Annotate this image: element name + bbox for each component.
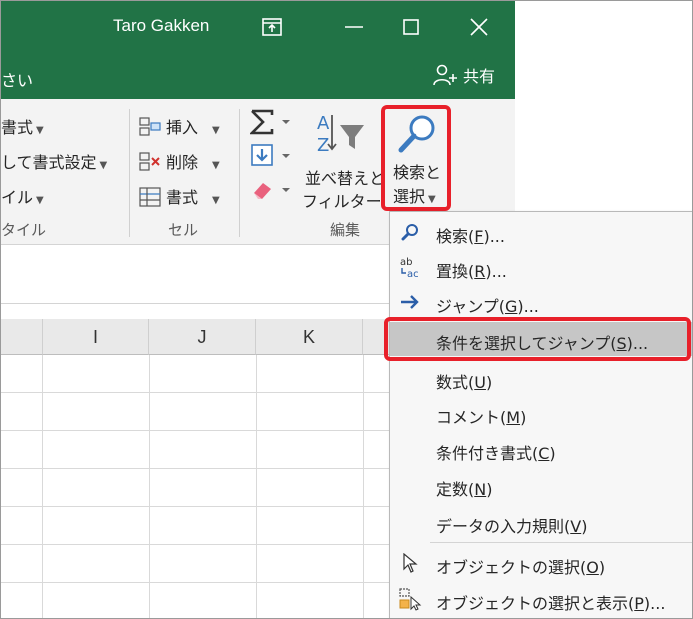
delete-button[interactable]: 削除 ▼ [139, 149, 220, 173]
chevron-down-icon: ▼ [212, 195, 220, 206]
chevron-down-icon: ▼ [36, 125, 44, 136]
menu-item-formulas[interactable]: 数式(U) [390, 361, 692, 395]
chevron-down-icon: ▼ [212, 160, 220, 171]
autosum-button[interactable] [248, 109, 290, 139]
menu-item-find[interactable]: 検索(F)... [390, 215, 692, 249]
menu-item-replace[interactable]: ab ac 置換(R)... [390, 250, 692, 284]
menu-label: 検索(F)... [436, 227, 505, 246]
tab-fragment[interactable]: さい [1, 67, 33, 91]
person-add-icon [433, 64, 457, 86]
ribbon-display-icon [262, 18, 282, 36]
grid-line [256, 355, 257, 618]
fill-button[interactable] [250, 143, 290, 173]
menu-label: 定数(N) [436, 480, 493, 499]
title-bar: Taro Gakken [1, 1, 515, 53]
svg-text:ac: ac [407, 269, 419, 279]
chevron-down-icon: ▼ [99, 160, 108, 171]
insert-cells-icon [139, 117, 161, 136]
menu-item-data-validation[interactable]: データの入力規則(V) [390, 505, 692, 539]
close-button[interactable] [462, 11, 496, 43]
minimize-icon [345, 26, 363, 28]
cell-styles-button[interactable]: イル ▼ [1, 184, 44, 208]
sort-az-icon: AZ [314, 111, 366, 159]
menu-separator [430, 542, 692, 543]
replace-icon: ab ac [398, 256, 422, 279]
minimize-button[interactable] [337, 11, 371, 43]
cursor-arrow-icon [398, 552, 422, 574]
group-separator [129, 109, 130, 237]
highlight-frame-goto-special [384, 317, 691, 361]
column-header-blank[interactable] [1, 319, 43, 355]
find-select-line2: 選択 [393, 187, 426, 206]
menu-item-goto[interactable]: ジャンプ(G)... [390, 285, 692, 319]
menu-label: コメント(M) [436, 408, 527, 427]
clear-button[interactable] [250, 177, 290, 207]
styles-item2-label: して書式設定 [1, 153, 97, 172]
format-label: 書式 [166, 188, 199, 207]
editing-group-label: 編集 [330, 221, 361, 239]
selection-pane-icon [398, 588, 422, 611]
delete-cells-icon [139, 152, 160, 171]
eraser-icon [254, 183, 290, 199]
styles-item3-label: イル [1, 188, 34, 207]
menu-label: ジャンプ(G)... [436, 297, 539, 316]
format-as-table-button[interactable]: して書式設定 ▼ [1, 149, 107, 173]
menu-item-comments[interactable]: コメント(M) [390, 396, 692, 430]
styles-item1-label: 書式 [1, 118, 34, 137]
grid-line [149, 355, 150, 618]
menu-label: オブジェクトの選択と表示(P)... [436, 594, 666, 613]
chevron-down-icon: ▼ [36, 195, 44, 206]
maximize-icon [403, 19, 419, 35]
maximize-button[interactable] [394, 11, 428, 43]
close-icon [470, 18, 488, 36]
magnifier-icon [398, 115, 435, 153]
svg-text:ab: ab [400, 257, 412, 268]
format-cells-button[interactable]: 書式 ▼ [139, 184, 220, 208]
ribbon-display-options-button[interactable] [255, 11, 289, 43]
svg-text:A: A [317, 113, 330, 134]
menu-label: 置換(R)... [436, 262, 507, 281]
find-select-label-wrap: 選択 ▼ [393, 183, 436, 207]
menu-label: 条件付き書式(C) [436, 444, 556, 463]
insert-button[interactable]: 挿入 ▼ [139, 114, 220, 138]
excel-window: Taro Gakken さい 共有 書式 ▼ して書式設定 ▼ イル ▼ タイル 挿入… [0, 0, 693, 619]
menu-item-conditional-formatting[interactable]: 条件付き書式(C) [390, 432, 692, 466]
fill-down-icon [251, 144, 290, 166]
menu-item-select-objects[interactable]: オブジェクトの選択(O) [390, 546, 692, 580]
delete-label: 削除 [166, 153, 199, 172]
arrow-right-icon [398, 291, 422, 313]
cells-group-label: セル [168, 221, 199, 239]
share-label: 共有 [463, 67, 496, 86]
menu-item-constants[interactable]: 定数(N) [390, 468, 692, 502]
menu-item-selection-pane[interactable]: オブジェクトの選択と表示(P)... [390, 582, 692, 616]
grid-line [363, 355, 364, 618]
format-as-style-button[interactable]: 書式 ▼ [1, 114, 44, 138]
search-icon [398, 221, 422, 243]
menu-label: オブジェクトの選択(O) [436, 558, 606, 577]
chevron-down-icon: ▼ [428, 194, 436, 205]
ribbon-tab-row: さい 共有 [1, 53, 515, 99]
svg-text:Z: Z [317, 135, 329, 155]
menu-label: データの入力規則(V) [436, 517, 588, 536]
user-name: Taro Gakken [113, 16, 210, 35]
sort-filter-button[interactable]: フィルター▼ [302, 188, 392, 212]
format-cells-icon [139, 187, 161, 207]
column-header-k[interactable]: K [256, 319, 363, 355]
find-select-button[interactable]: 検索と 選択 ▼ [381, 105, 451, 211]
column-header-i[interactable]: I [43, 319, 149, 355]
sigma-icon [248, 109, 290, 135]
styles-group-label: タイル [1, 221, 47, 239]
insert-label: 挿入 [166, 118, 199, 137]
column-header-j[interactable]: J [149, 319, 256, 355]
share-button[interactable]: 共有 [433, 63, 495, 87]
sort-filter-line2: フィルター [302, 192, 382, 211]
find-select-menu: 検索(F)... ab ac 置換(R)... ジャンプ(G)... 条件を選択し… [389, 211, 692, 618]
sort-filter-line1[interactable]: 並べ替えと [305, 165, 385, 189]
group-separator [239, 109, 240, 237]
menu-label: 数式(U) [436, 373, 493, 392]
chevron-down-icon: ▼ [212, 125, 220, 136]
find-select-line1: 検索と [393, 163, 442, 182]
